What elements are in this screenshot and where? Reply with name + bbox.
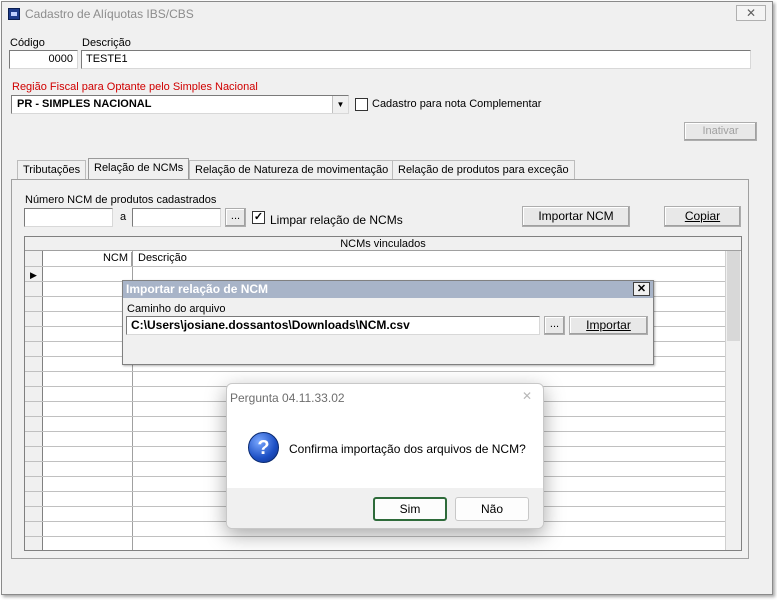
complementar-checkbox[interactable] [355, 98, 368, 111]
path-browse-button[interactable]: ... [544, 316, 565, 335]
ncm-range-label: Número NCM de produtos cadastrados [25, 194, 217, 206]
window-title: Cadastro de Alíquotas IBS/CBS [25, 7, 194, 21]
confirm-message: Confirma importação dos arquivos de NCM? [289, 442, 526, 456]
complementar-label: Cadastro para nota Complementar [372, 98, 542, 110]
title-bar: Cadastro de Alíquotas IBS/CBS ✕ [2, 2, 772, 26]
tab-tributacoes[interactable]: Tributações [17, 160, 87, 180]
path-input[interactable]: C:\Users\josiane.dossantos\Downloads\NCM… [126, 316, 540, 335]
import-file-button[interactable]: Importar [569, 316, 648, 335]
regiao-value: PR - SIMPLES NACIONAL [17, 98, 152, 110]
ncm-range-separator: a [120, 211, 127, 223]
descricao-label: Descrição [82, 37, 131, 49]
limpar-checkbox[interactable]: ✓ [252, 211, 265, 224]
import-ncm-window: Importar relação de NCM ✕ Caminho do arq… [122, 280, 654, 365]
tab-relacao-produtos[interactable]: Relação de produtos para exceção [392, 160, 575, 180]
ncm-to-input[interactable] [132, 208, 221, 227]
tab-relacao-ncms[interactable]: Relação de NCMs [88, 158, 190, 180]
grid-scrollbar[interactable] [725, 251, 741, 550]
descricao-field[interactable]: TESTE1 [81, 50, 751, 69]
importar-ncm-button[interactable]: Importar NCM [522, 206, 630, 227]
confirm-close-icon[interactable]: ✕ [522, 389, 532, 403]
codigo-label: Código [10, 37, 45, 49]
inativar-button[interactable]: Inativar [684, 122, 757, 141]
yes-button[interactable]: Sim [373, 497, 447, 521]
app-icon [8, 8, 20, 20]
chevron-down-icon[interactable]: ▼ [332, 96, 348, 113]
codigo-field[interactable]: 0000 [9, 50, 78, 69]
import-close-button[interactable]: ✕ [633, 282, 650, 296]
path-label: Caminho do arquivo [127, 303, 226, 315]
confirm-dialog-title: Pergunta 04.11.33.02 [230, 391, 345, 405]
import-window-title: Importar relação de NCM [123, 281, 653, 298]
question-icon: ? [248, 432, 279, 463]
ncm-from-input[interactable] [24, 208, 113, 227]
copiar-button[interactable]: Copiar [664, 206, 741, 227]
confirm-dialog: Pergunta 04.11.33.02 ✕ ? Confirma import… [226, 383, 544, 529]
confirm-dialog-footer: Sim Não [227, 488, 543, 528]
regiao-select[interactable]: PR - SIMPLES NACIONAL ▼ [11, 95, 349, 114]
window-close-button[interactable]: ✕ [736, 5, 766, 21]
limpar-label: Limpar relação de NCMs [270, 213, 403, 227]
grid-scroll-thumb[interactable] [727, 251, 740, 341]
tab-relacao-natureza[interactable]: Relação de Natureza de movimentação [189, 160, 395, 180]
regiao-label: Região Fiscal para Optante pelo Simples … [12, 81, 258, 93]
no-button[interactable]: Não [455, 497, 529, 521]
ncm-browse-button[interactable]: ... [225, 208, 246, 227]
